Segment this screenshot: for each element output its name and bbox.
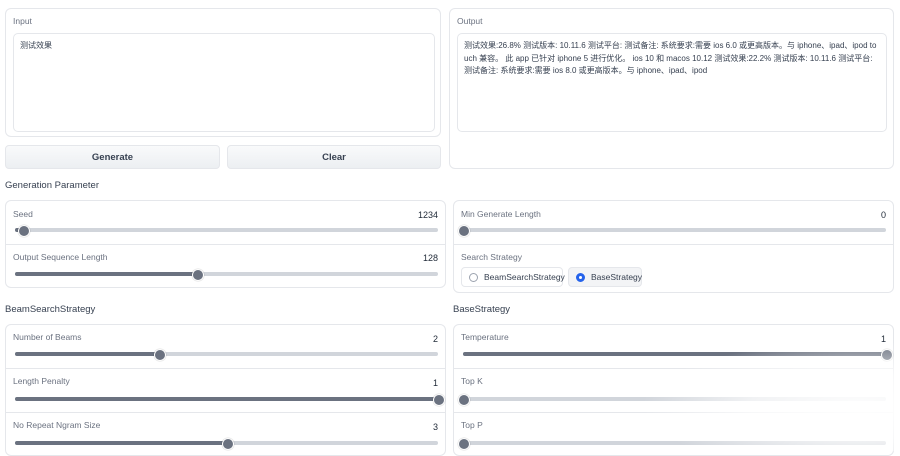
length-penalty-slider[interactable] [15, 394, 445, 406]
top-p-label: Top P [461, 420, 483, 430]
slider-thumb[interactable] [458, 394, 470, 406]
slider-fill [15, 352, 159, 356]
top-k-label: Top K [461, 376, 483, 386]
radio-beam-search-strategy[interactable]: BeamSearchStrategy [461, 267, 565, 287]
radio-base-strategy[interactable]: BaseStrategy [568, 267, 642, 287]
slider-thumb[interactable] [881, 349, 893, 361]
length-penalty-value[interactable]: 1 [433, 378, 438, 388]
slider-fill [15, 397, 438, 401]
slider-fill [15, 272, 197, 276]
min-generate-length-label: Min Generate Length [461, 209, 541, 219]
seed-value[interactable]: 1234 [418, 210, 438, 220]
generation-parameter-title: Generation Parameter [5, 180, 99, 191]
no-repeat-ngram-size-value[interactable]: 3 [433, 422, 438, 432]
number-of-beams-slider[interactable] [15, 349, 438, 361]
min-generate-length-value[interactable]: 0 [881, 210, 886, 220]
input-textbox[interactable]: 测试效果 [13, 33, 435, 132]
seed-slider[interactable] [15, 225, 438, 237]
temperature-value[interactable]: 1 [881, 334, 886, 344]
top-k-slider[interactable] [458, 394, 886, 406]
length-penalty-cell: Length Penalty 1 [6, 368, 445, 412]
top-p-cell: Top P [454, 412, 893, 455]
slider-thumb[interactable] [221, 438, 234, 450]
slider-fill [463, 352, 886, 356]
min-length-strategy-group: Min Generate Length 0 Search Strategy Be… [453, 200, 894, 293]
min-generate-length-cell: Min Generate Length 0 [454, 201, 893, 244]
slider-fill [15, 441, 227, 445]
seed-cell: Seed 1234 [6, 201, 445, 244]
top-p-slider[interactable] [458, 438, 886, 450]
input-label: Input [13, 16, 32, 26]
clear-button[interactable]: Clear [227, 145, 441, 169]
slider-thumb[interactable] [433, 394, 445, 406]
seed-label: Seed [13, 209, 33, 219]
number-of-beams-cell: Number of Beams 2 [6, 325, 445, 368]
beam-search-strategy-title: BeamSearchStrategy [5, 304, 96, 315]
base-strategy-title: BaseStrategy [453, 304, 511, 315]
no-repeat-ngram-size-slider[interactable] [15, 438, 438, 450]
beam-search-group: Number of Beams 2 Length Penalty 1 No Re… [5, 324, 446, 456]
radio-beam-search-strategy-label: BeamSearchStrategy [484, 272, 565, 282]
output-label: Output [457, 16, 483, 26]
number-of-beams-label: Number of Beams [13, 332, 82, 342]
output-sequence-length-slider[interactable] [15, 269, 438, 281]
base-strategy-group: Temperature 1 Top K Top P [453, 324, 894, 456]
temperature-cell: Temperature 1 [454, 325, 893, 368]
search-strategy-cell: Search Strategy BeamSearchStrategy BaseS… [454, 244, 893, 292]
temperature-label: Temperature [461, 332, 509, 342]
slider-thumb[interactable] [458, 225, 470, 237]
search-strategy-label: Search Strategy [461, 252, 522, 262]
output-sequence-length-label: Output Sequence Length [13, 252, 108, 262]
slider-thumb[interactable] [153, 349, 166, 361]
slider-thumb[interactable] [18, 225, 31, 237]
output-textbox[interactable]: 测试效果:26.8% 测试版本: 10.11.6 测试平台: 测试备注: 系统要… [457, 33, 887, 132]
generate-button[interactable]: Generate [5, 145, 220, 169]
number-of-beams-value[interactable]: 2 [433, 334, 438, 344]
slider-thumb[interactable] [458, 438, 470, 450]
input-panel: Input 测试效果 [5, 8, 441, 137]
seed-length-group: Seed 1234 Output Sequence Length 128 [5, 200, 446, 288]
radio-circle-icon [469, 272, 478, 282]
min-generate-length-slider[interactable] [458, 225, 886, 237]
slider-thumb[interactable] [191, 269, 204, 281]
radio-selected-icon [576, 272, 585, 282]
output-sequence-length-value[interactable]: 128 [423, 253, 438, 263]
no-repeat-ngram-size-label: No Repeat Ngram Size [13, 420, 101, 430]
radio-base-strategy-label: BaseStrategy [591, 272, 643, 282]
temperature-slider[interactable] [463, 349, 893, 361]
length-penalty-label: Length Penalty [13, 376, 70, 386]
top-k-cell: Top K [454, 368, 893, 412]
output-panel: Output 测试效果:26.8% 测试版本: 10.11.6 测试平台: 测试… [449, 8, 894, 169]
output-sequence-length-cell: Output Sequence Length 128 [6, 244, 445, 287]
no-repeat-ngram-size-cell: No Repeat Ngram Size 3 [6, 412, 445, 455]
